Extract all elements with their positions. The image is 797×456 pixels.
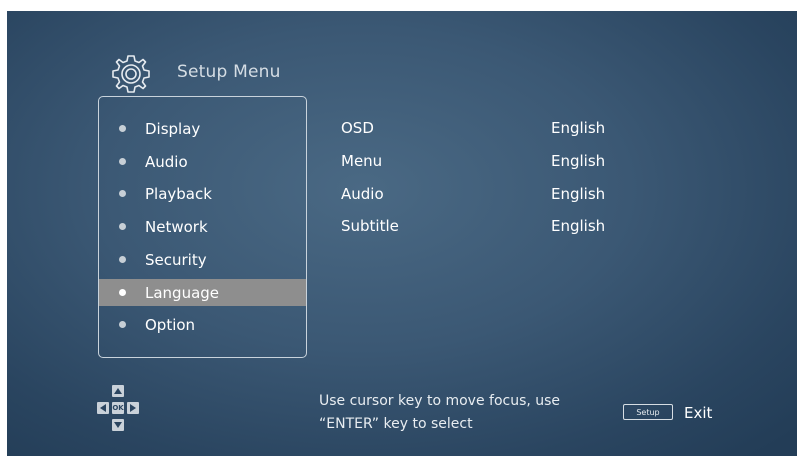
menu-item-playback[interactable]: Playback xyxy=(99,180,306,207)
menu-item-label: Audio xyxy=(145,152,188,171)
dpad-icon: OK xyxy=(90,385,150,435)
option-value-audio[interactable]: English xyxy=(551,184,605,204)
option-label-audio[interactable]: Audio xyxy=(341,184,384,204)
menu-item-option[interactable]: Option xyxy=(99,311,306,338)
bullet-icon xyxy=(119,321,126,328)
menu-item-label: Option xyxy=(145,315,196,334)
option-value-osd[interactable]: English xyxy=(551,118,605,138)
menu-item-audio[interactable]: Audio xyxy=(99,148,306,175)
page-title: Setup Menu xyxy=(177,62,281,82)
menu-item-display[interactable]: Display xyxy=(99,115,306,142)
setup-key-icon[interactable]: Setup xyxy=(623,404,673,420)
menu-item-language[interactable]: Language xyxy=(99,279,306,306)
menu-item-label: Network xyxy=(145,217,208,236)
exit-label[interactable]: Exit xyxy=(684,404,712,422)
menu-item-label: Language xyxy=(145,283,220,302)
bullet-icon xyxy=(119,125,126,132)
bullet-icon xyxy=(119,289,126,296)
menu-item-security[interactable]: Security xyxy=(99,246,306,273)
menu-item-network[interactable]: Network xyxy=(99,213,306,240)
bullet-icon xyxy=(119,158,126,165)
option-label-osd[interactable]: OSD xyxy=(341,118,374,138)
help-text: Use cursor key to move focus, use “ENTER… xyxy=(319,390,560,436)
menu-item-label: Display xyxy=(145,119,201,138)
arrow-up-icon xyxy=(112,385,124,397)
bullet-icon xyxy=(119,190,126,197)
setup-screen: Setup Menu Display Audio Playback Networ… xyxy=(7,11,797,456)
bullet-icon xyxy=(119,256,126,263)
menu-item-label: Playback xyxy=(145,184,212,203)
arrow-right-icon xyxy=(127,402,139,414)
help-text-line: “ENTER” key to select xyxy=(319,416,473,432)
ok-key-icon: OK xyxy=(112,402,124,414)
gear-icon xyxy=(108,51,154,97)
option-label-subtitle[interactable]: Subtitle xyxy=(341,216,399,236)
help-text-line: Use cursor key to move focus, use xyxy=(319,393,561,409)
option-label-menu[interactable]: Menu xyxy=(341,151,382,171)
arrow-left-icon xyxy=(97,402,109,414)
arrow-down-icon xyxy=(112,419,124,431)
option-value-subtitle[interactable]: English xyxy=(551,216,605,236)
bullet-icon xyxy=(119,223,126,230)
menu-item-label: Security xyxy=(145,250,207,269)
option-value-menu[interactable]: English xyxy=(551,151,605,171)
